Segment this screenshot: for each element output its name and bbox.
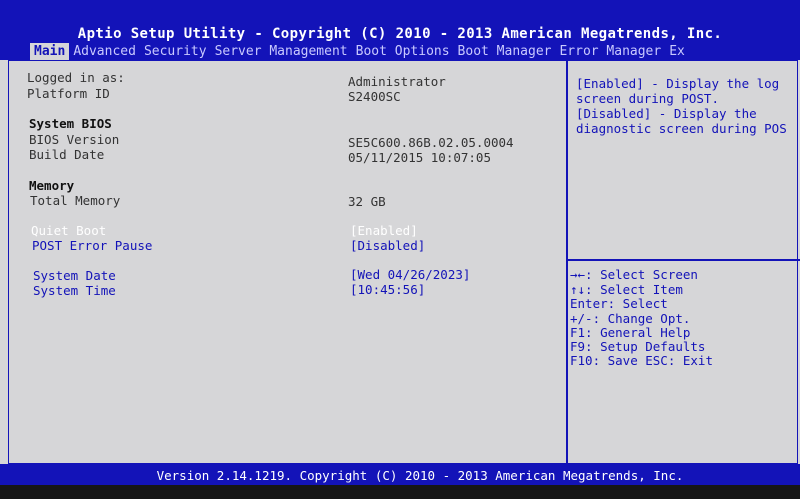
quiet-boot-option[interactable]: Quiet Boot: [31, 223, 106, 238]
tab-boot-manager[interactable]: Boot Manager: [454, 43, 556, 61]
tab-security[interactable]: Security: [140, 43, 211, 61]
tab-boot-options[interactable]: Boot Options: [352, 43, 454, 61]
key-hint-save-exit: F10: Save ESC: Exit: [570, 353, 713, 368]
key-hint-select-item: ↑↓: Select Item: [570, 282, 683, 297]
help-text-line: diagnostic screen during POS: [576, 121, 787, 136]
tab-bar: Main Advanced Security Server Management Boo…: [30, 40, 689, 61]
memory-header: Memory: [29, 178, 75, 193]
tab-server-management[interactable]: Server Management: [211, 43, 352, 61]
bios-version-value: SE5C600.86B.02.05.0004: [348, 135, 514, 150]
platform-id-label: Platform ID: [27, 86, 110, 101]
monitor-bezel: [0, 485, 800, 499]
bios-version-label: BIOS Version: [29, 132, 120, 147]
quiet-boot-value[interactable]: [Enabled]: [350, 223, 418, 238]
tab-error-manager[interactable]: Error Manager: [555, 43, 665, 61]
key-hint-select-screen: →←: Select Screen: [570, 267, 698, 282]
key-hint-setup-defaults: F9: Setup Defaults: [570, 339, 706, 354]
system-time-value[interactable]: [10:45:56]: [350, 282, 425, 297]
help-text-line: [Disabled] - Display the: [576, 106, 757, 121]
system-date-value[interactable]: [Wed 04/26/2023]: [350, 267, 470, 282]
logged-in-label: Logged in as:: [27, 70, 125, 85]
help-text-line: [Enabled] - Display the log: [576, 76, 780, 91]
help-text-line: screen during POST.: [576, 91, 719, 106]
tab-advanced[interactable]: Advanced: [69, 43, 140, 61]
key-hint-general-help: F1: General Help: [570, 325, 691, 340]
key-hint-enter: Enter: Select: [570, 296, 668, 311]
build-date-label: Build Date: [29, 147, 105, 162]
post-error-pause-option[interactable]: POST Error Pause: [32, 238, 152, 253]
version-text: Version 2.14.1219. Copyright (C) 2010 - …: [156, 468, 684, 483]
panel-divider: [566, 60, 568, 464]
total-memory-label: Total Memory: [30, 193, 121, 208]
tab-main[interactable]: Main: [30, 43, 70, 61]
system-time-option[interactable]: System Time: [33, 283, 116, 298]
tab-exit[interactable]: Ex: [665, 43, 689, 61]
system-bios-header: System BIOS: [29, 116, 112, 131]
post-error-pause-value[interactable]: [Disabled]: [350, 238, 425, 253]
help-divider: [566, 259, 800, 261]
platform-id-value: S2400SC: [348, 89, 401, 104]
system-date-option[interactable]: System Date: [33, 268, 116, 283]
total-memory-value: 32 GB: [348, 194, 386, 209]
build-date-value: 05/11/2015 10:07:05: [348, 150, 491, 165]
key-hint-change-opt: +/-: Change Opt.: [570, 311, 691, 326]
logged-in-value: Administrator: [348, 74, 446, 89]
bios-screen: Aptio Setup Utility - Copyright (C) 2010…: [0, 0, 800, 499]
